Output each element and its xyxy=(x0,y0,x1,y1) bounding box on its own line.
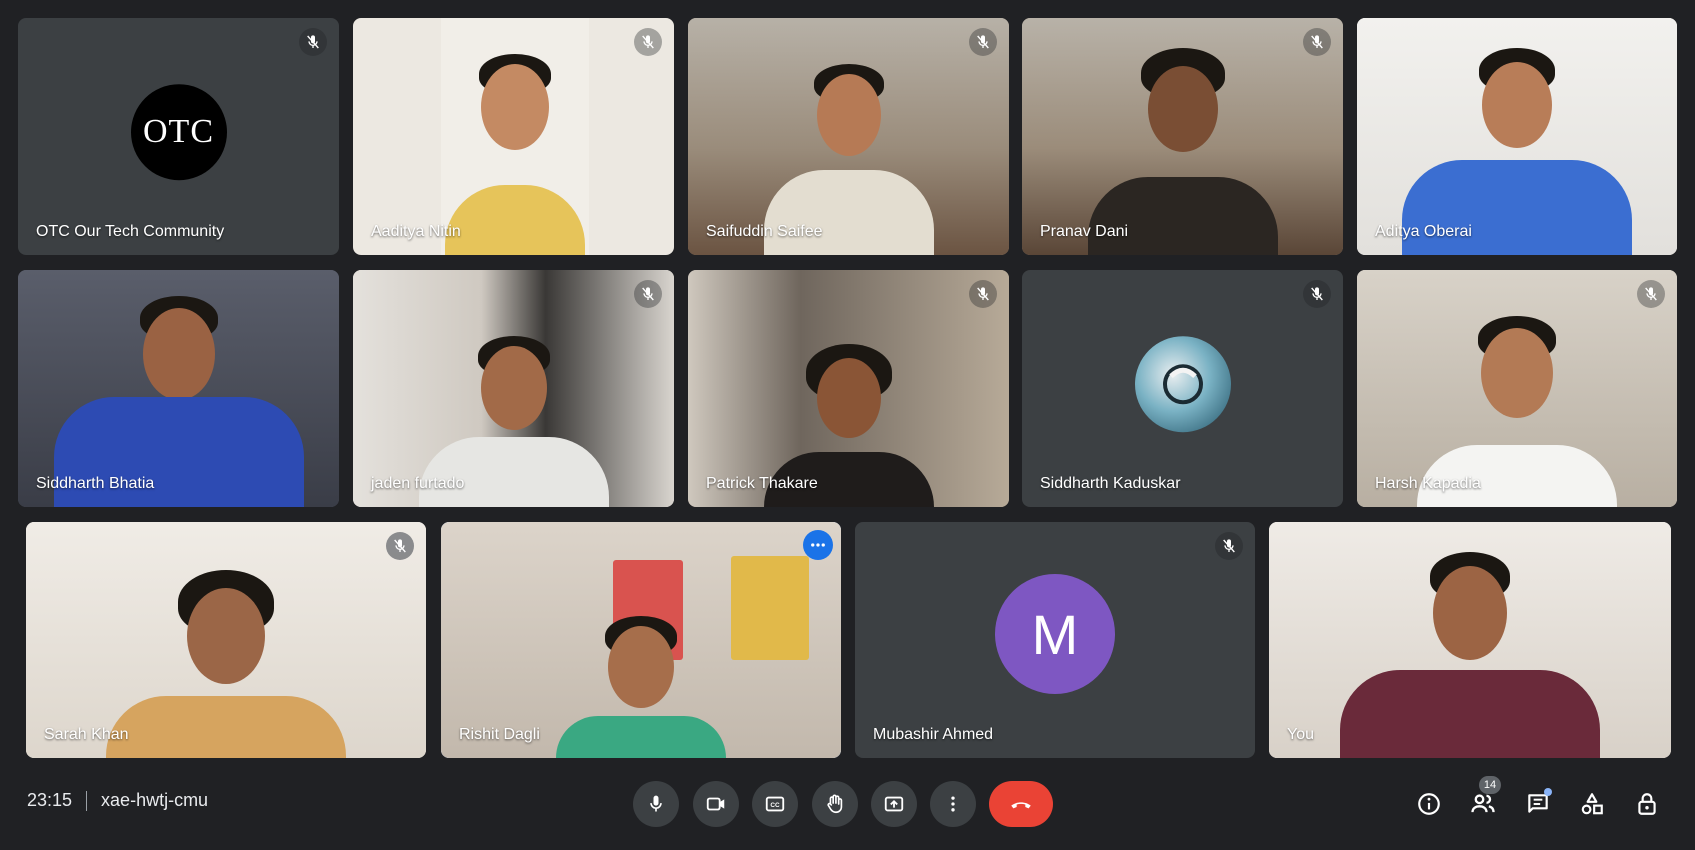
participant-name: Aditya Oberai xyxy=(1375,223,1472,240)
avatar-text: OTC xyxy=(143,112,214,150)
participant-tile[interactable]: M Mubashir Ahmed xyxy=(855,522,1255,758)
divider xyxy=(86,790,88,811)
participant-name: Rishit Dagli xyxy=(459,726,540,743)
participant-name: Aaditya Nitin xyxy=(371,223,461,240)
participant-tile[interactable]: Aditya Oberai xyxy=(1357,18,1677,255)
video-feed xyxy=(688,270,1009,507)
mic-off-icon xyxy=(634,28,662,56)
video-feed xyxy=(26,522,426,758)
participant-tile[interactable]: Saifuddin Saifee xyxy=(688,18,1009,255)
participant-name: Mubashir Ahmed xyxy=(873,726,994,743)
people-icon xyxy=(1469,790,1497,818)
meeting-code: xae-hwtj-cmu xyxy=(101,790,209,810)
video-feed xyxy=(1357,270,1677,507)
captions-icon: CC xyxy=(764,793,786,815)
participant-name: Pranav Dani xyxy=(1040,223,1129,240)
participant-tile[interactable]: Rishit Dagli xyxy=(441,522,841,758)
mic-off-icon xyxy=(1303,28,1331,56)
participant-tile[interactable]: jaden furtado xyxy=(353,270,674,507)
more-options-icon xyxy=(943,794,963,814)
mic-off-icon xyxy=(969,280,997,308)
participant-name: Siddharth Kaduskar xyxy=(1040,475,1181,492)
chat-button[interactable] xyxy=(1518,784,1558,824)
meet-call-stage: OTC OTC Our Tech Community Aaditya Nitin… xyxy=(0,0,1695,850)
mic-off-icon xyxy=(1303,280,1331,308)
video-feed xyxy=(353,270,674,507)
avatar: OTC xyxy=(130,83,227,180)
participant-tile[interactable]: You xyxy=(1269,522,1671,758)
avatar: M xyxy=(995,574,1115,694)
mic-off-icon xyxy=(634,280,662,308)
participant-name: Sarah Khan xyxy=(44,726,129,743)
more-options-button[interactable] xyxy=(930,781,976,827)
mic-off-icon xyxy=(1215,532,1243,560)
activities-icon xyxy=(1579,791,1605,817)
present-icon xyxy=(883,793,905,815)
participant-name: Saifuddin Saifee xyxy=(706,223,823,240)
participant-tile[interactable]: OTC OTC Our Tech Community xyxy=(18,18,339,255)
participant-tile[interactable]: Siddharth Kaduskar xyxy=(1022,270,1343,507)
meeting-details-button[interactable] xyxy=(1409,784,1449,824)
captions-button[interactable]: CC xyxy=(752,781,798,827)
leave-call-button[interactable] xyxy=(989,781,1053,827)
avatar xyxy=(1134,335,1231,432)
people-count-badge: 14 xyxy=(1479,776,1501,794)
mic-off-icon xyxy=(1637,280,1665,308)
participant-tile[interactable]: Sarah Khan xyxy=(26,522,426,758)
participant-name: OTC Our Tech Community xyxy=(36,223,225,240)
notification-dot xyxy=(1544,788,1552,796)
participant-name: Harsh Kapadia xyxy=(1375,475,1481,492)
video-feed xyxy=(1269,522,1671,758)
avatar-text: M xyxy=(1031,602,1079,666)
microphone-icon xyxy=(646,794,666,814)
meeting-info: 23:15 xae-hwtj-cmu xyxy=(27,790,208,811)
more-options-icon[interactable] xyxy=(803,530,833,560)
video-feed xyxy=(441,18,589,255)
participant-tile[interactable]: Patrick Thakare xyxy=(688,270,1009,507)
present-button[interactable] xyxy=(871,781,917,827)
video-feed xyxy=(1022,18,1343,255)
microphone-button[interactable] xyxy=(633,781,679,827)
participant-name: Siddharth Bhatia xyxy=(36,475,155,492)
people-button[interactable]: 14 xyxy=(1463,776,1503,824)
video-feed xyxy=(441,522,841,758)
host-controls-button[interactable] xyxy=(1627,784,1667,824)
info-icon xyxy=(1416,791,1442,817)
mic-off-icon xyxy=(386,532,414,560)
raise-hand-button[interactable] xyxy=(812,781,858,827)
end-call-icon xyxy=(1008,791,1034,817)
participant-tile[interactable]: Pranav Dani xyxy=(1022,18,1343,255)
participant-tile[interactable]: Harsh Kapadia xyxy=(1357,270,1677,507)
participant-name: jaden furtado xyxy=(371,475,465,492)
hand-icon xyxy=(824,793,846,815)
activities-button[interactable] xyxy=(1572,784,1612,824)
mic-off-icon xyxy=(969,28,997,56)
video-feed xyxy=(1357,18,1677,255)
camera-button[interactable] xyxy=(693,781,739,827)
participant-name: Patrick Thakare xyxy=(706,475,818,492)
participant-name: You xyxy=(1287,726,1314,743)
mic-off-icon xyxy=(299,28,327,56)
video-feed xyxy=(18,270,339,507)
meeting-time: 23:15 xyxy=(27,790,73,810)
participant-tile[interactable]: Siddharth Bhatia xyxy=(18,270,339,507)
video-feed xyxy=(688,18,1009,255)
camera-icon xyxy=(705,793,727,815)
svg-text:CC: CC xyxy=(770,802,780,809)
lock-icon xyxy=(1634,791,1660,817)
participant-tile[interactable]: Aaditya Nitin xyxy=(353,18,674,255)
